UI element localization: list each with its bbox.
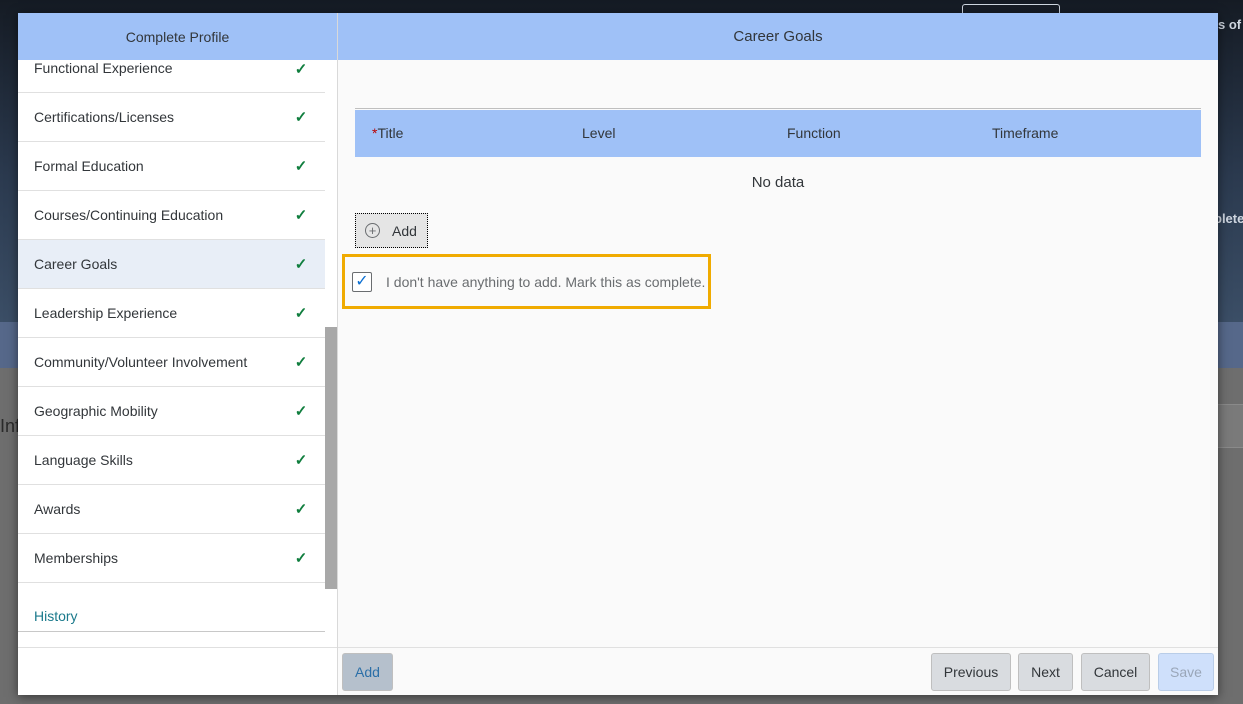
sidebar-item-label: Functional Experience <box>34 60 173 76</box>
check-icon: ✓ <box>294 501 308 518</box>
check-icon: ✓ <box>294 452 308 469</box>
sidebar-item-label: Awards <box>34 501 81 517</box>
footer-add-button[interactable]: Add <box>342 653 393 691</box>
check-icon: ✓ <box>294 158 308 175</box>
next-button[interactable]: Next <box>1018 653 1073 691</box>
sidebar-item-courses-continuing-education[interactable]: Courses/Continuing Education ✓ <box>18 191 325 240</box>
sidebar-item-label: Geographic Mobility <box>34 403 158 419</box>
add-button-label: Add <box>392 222 417 239</box>
column-header-label: Title <box>377 125 404 141</box>
background-text-fragment: plete <box>1214 211 1243 226</box>
save-button[interactable]: Save <box>1158 653 1214 691</box>
add-circle-icon: + <box>365 223 380 238</box>
check-icon: ✓ <box>294 256 308 273</box>
sidebar-item-label: Leadership Experience <box>34 305 178 321</box>
divider <box>355 108 1201 109</box>
check-icon: ✓ <box>294 109 308 126</box>
sidebar-item-label: Formal Education <box>34 158 144 174</box>
checkmark-icon: ✓ <box>355 272 369 290</box>
check-icon: ✓ <box>294 207 308 224</box>
sidebar-item-language-skills[interactable]: Language Skills ✓ <box>18 436 325 485</box>
check-icon: ✓ <box>294 354 308 371</box>
divider <box>18 647 337 648</box>
history-link[interactable]: History <box>34 608 78 624</box>
column-header-function: Function <box>787 125 841 141</box>
profile-sections-sidebar: Complete Profile Functional Experience ✓… <box>18 13 338 695</box>
career-goals-panel: Career Goals *Title Level Function Timef… <box>338 13 1218 695</box>
mark-complete-label[interactable]: I don't have anything to add. Mark this … <box>386 274 705 290</box>
check-icon: ✓ <box>294 403 308 420</box>
sidebar-item-leadership-experience[interactable]: Leadership Experience ✓ <box>18 289 325 338</box>
sidebar-item-label: Career Goals <box>34 256 118 272</box>
sidebar-item-community-volunteer-involvement[interactable]: Community/Volunteer Involvement ✓ <box>18 338 325 387</box>
sidebar-item-label: Community/Volunteer Involvement <box>34 354 248 370</box>
sidebar-item-geographic-mobility[interactable]: Geographic Mobility ✓ <box>18 387 325 436</box>
mark-complete-checkbox[interactable]: ✓ <box>352 271 372 292</box>
sidebar-item-career-goals[interactable]: Career Goals ✓ <box>18 240 325 289</box>
mark-complete-checkbox-row[interactable]: ✓ I don't have anything to add. Mark thi… <box>342 254 711 309</box>
background-text-fragment: s of <box>1218 17 1242 32</box>
sidebar-item-awards[interactable]: Awards ✓ <box>18 485 325 534</box>
section-nav-list: Functional Experience ✓ Certifications/L… <box>18 60 325 583</box>
divider <box>18 631 325 632</box>
column-header-level: Level <box>582 125 616 141</box>
empty-table-message: No data <box>751 174 805 191</box>
add-career-goal-button[interactable]: + Add <box>355 213 428 248</box>
dialog-footer: Add Previous Next Cancel Save <box>338 647 1218 695</box>
sidebar-scrollbar[interactable] <box>325 327 337 589</box>
background-app-panel <box>1218 404 1243 448</box>
sidebar-item-label: Language Skills <box>34 452 133 468</box>
previous-button[interactable]: Previous <box>931 653 1011 691</box>
sidebar-title: Complete Profile <box>18 13 337 60</box>
column-header-title: *Title <box>372 125 403 141</box>
sidebar-item-label: Memberships <box>34 550 119 566</box>
check-icon: ✓ <box>294 61 308 78</box>
sidebar-item-certifications-licenses[interactable]: Certifications/Licenses ✓ <box>18 93 325 142</box>
sidebar-item-label: Courses/Continuing Education <box>34 207 224 223</box>
column-header-timeframe: Timeframe <box>992 125 1059 141</box>
sidebar-item-functional-experience[interactable]: Functional Experience ✓ <box>18 60 325 93</box>
sidebar-item-label: Certifications/Licenses <box>34 109 175 125</box>
background-text-fragment: Inf <box>0 416 21 436</box>
check-icon: ✓ <box>294 550 308 567</box>
career-goals-table-header: *Title Level Function Timeframe <box>355 110 1201 157</box>
panel-title: Career Goals <box>338 13 1218 60</box>
sidebar-item-formal-education[interactable]: Formal Education ✓ <box>18 142 325 191</box>
complete-profile-dialog: Complete Profile Functional Experience ✓… <box>18 13 1218 695</box>
check-icon: ✓ <box>294 305 308 322</box>
cancel-button[interactable]: Cancel <box>1081 653 1150 691</box>
sidebar-item-memberships[interactable]: Memberships ✓ <box>18 534 325 583</box>
